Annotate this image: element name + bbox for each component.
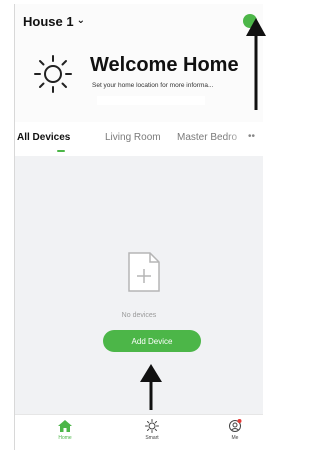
nav-label-me: Me xyxy=(231,435,239,441)
bottom-nav: Home Smart Me xyxy=(15,414,263,450)
more-tabs-icon[interactable]: •• xyxy=(248,131,255,142)
arrow-up-icon xyxy=(140,364,162,410)
room-tabs: All Devices Living Room Master Bedro •• xyxy=(15,128,263,154)
tab-indicator xyxy=(57,150,65,152)
nav-label-home: Home xyxy=(58,435,72,441)
sun-icon xyxy=(145,419,159,433)
nav-item-me[interactable]: Me xyxy=(215,419,255,441)
tab-all-devices[interactable]: All Devices xyxy=(17,132,70,143)
welcome-subtitle[interactable]: Set your home location for more informa.… xyxy=(92,82,213,89)
add-device-button[interactable]: Add Device xyxy=(103,330,201,352)
empty-state-text: No devices xyxy=(121,312,157,319)
document-add-icon xyxy=(128,252,160,292)
user-icon xyxy=(229,419,242,432)
welcome-title: Welcome Home xyxy=(90,54,239,76)
home-icon xyxy=(58,420,72,432)
redaction-bar xyxy=(97,96,205,105)
house-selector[interactable]: House 1 ⌄ xyxy=(23,14,85,29)
nav-item-home[interactable]: Home xyxy=(45,419,85,441)
nav-item-smart[interactable]: Smart xyxy=(132,419,172,441)
chevron-down-icon: ⌄ xyxy=(76,15,85,26)
arrow-up-icon xyxy=(246,18,266,110)
sun-icon xyxy=(34,55,72,93)
header: House 1 ⌄ Welcome Home Set your home loc… xyxy=(15,4,263,122)
tab-living-room[interactable]: Living Room xyxy=(105,132,161,143)
nav-label-smart: Smart xyxy=(145,435,159,441)
house-label: House 1 xyxy=(23,14,74,29)
notification-dot xyxy=(237,419,242,423)
